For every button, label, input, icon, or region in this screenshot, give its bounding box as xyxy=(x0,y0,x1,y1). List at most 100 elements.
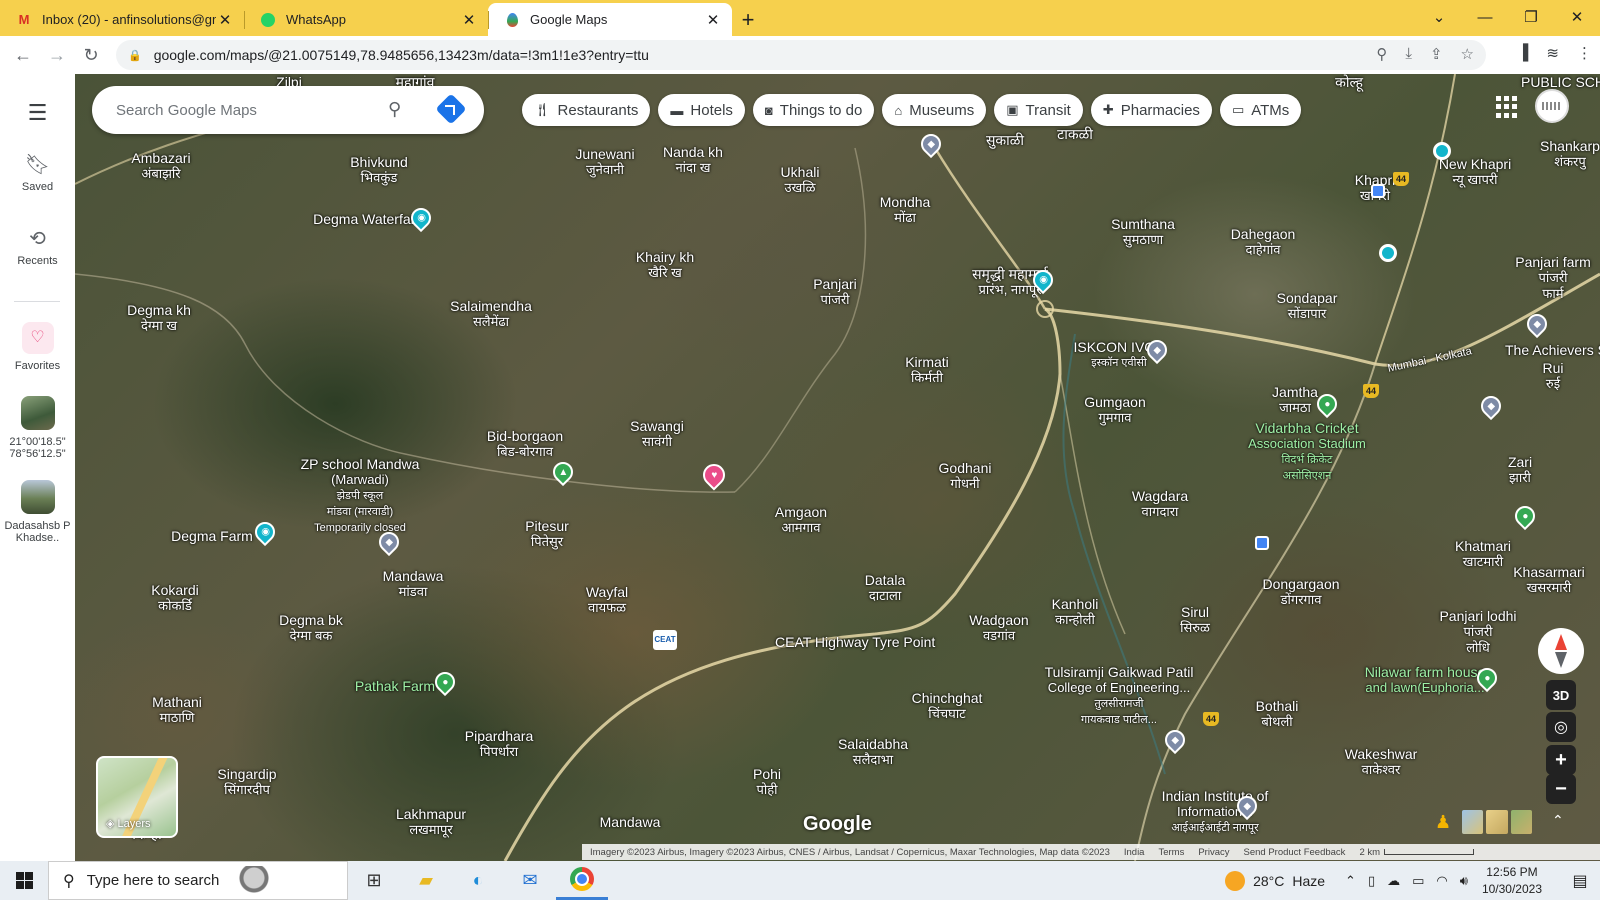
chip-hotels[interactable]: ▬ Hotels xyxy=(658,94,745,126)
tab-gmail[interactable]: M Inbox (20) - anfinsolutions@gm ✕ xyxy=(0,3,244,36)
lock-icon[interactable]: 🔒 xyxy=(128,49,142,62)
place-vidarbha-stadium[interactable]: Vidarbha Cricket Association Stadium विदर्… xyxy=(1248,420,1366,484)
place-mandawa[interactable]: Mandawa मांडवा xyxy=(383,568,444,600)
tab-search-icon[interactable]: ⌄ xyxy=(1416,8,1462,26)
google-apps-icon[interactable] xyxy=(1496,96,1518,118)
place-tulsiramji-college[interactable]: Tulsiramji Gaikwad Patil College of Engin… xyxy=(1045,664,1194,728)
place-degma-kh[interactable]: Degma kh देग्मा ख xyxy=(127,302,191,334)
place-wagdara[interactable]: Wagdara वागदारा xyxy=(1132,488,1188,520)
tab-google-maps[interactable]: Google Maps ✕ xyxy=(488,3,732,36)
side-panel-icon[interactable]: ▐ xyxy=(1518,44,1529,62)
place-bhivkund[interactable]: Bhivkund भिवकुंड xyxy=(350,154,408,186)
tab-whatsapp[interactable]: WhatsApp ✕ xyxy=(244,3,488,36)
new-tab-button[interactable]: + xyxy=(732,3,764,36)
place-takli[interactable]: टाकळी xyxy=(1057,126,1093,142)
place-bothali[interactable]: Bothali बोथली xyxy=(1256,698,1299,730)
place-sukali[interactable]: सुकाळी xyxy=(986,132,1024,148)
place-panjari-farm[interactable]: Panjari farm पांजरी फार्म xyxy=(1515,254,1590,302)
place-junewani[interactable]: Junewani जुनेवानी xyxy=(575,146,634,178)
reload-button[interactable]: ↻ xyxy=(74,45,108,66)
chip-transit[interactable]: ▣ Transit xyxy=(994,94,1083,126)
place-degma-farm[interactable]: Degma Farm xyxy=(171,528,253,544)
privacy-link[interactable]: Privacy xyxy=(1198,847,1229,858)
chip-things-to-do[interactable]: ◙ Things to do xyxy=(752,94,875,126)
place-pipardhara[interactable]: Pipardhara पिपर्धारा xyxy=(465,728,534,760)
place-gumgaon[interactable]: Gumgaon गुमगाव xyxy=(1084,394,1145,426)
place-kokardi[interactable]: Kokardi कोकर्डि xyxy=(151,582,198,614)
india-link[interactable]: India xyxy=(1124,847,1145,858)
place-amgaon[interactable]: Amgaon आमगाव xyxy=(775,504,827,536)
ceat-logo-icon[interactable]: CEAT xyxy=(653,630,677,650)
task-view-icon[interactable]: ⊞ xyxy=(348,861,400,900)
directions-icon[interactable] xyxy=(435,93,467,125)
mail-icon[interactable]: ✉ xyxy=(504,861,556,900)
place-mathani[interactable]: Mathani माठाणि xyxy=(152,694,202,726)
recent-place-dadasahsb[interactable]: Dadasahsb P Khadse.. xyxy=(0,480,75,544)
transit-stop-icon[interactable] xyxy=(1371,184,1385,198)
place-ukhali[interactable]: Ukhali उखळि xyxy=(781,164,820,196)
place-khasarmari[interactable]: Khasarmari खसरमारी xyxy=(1513,564,1585,596)
place-zari[interactable]: Zari झारी xyxy=(1508,454,1532,486)
place-khairy[interactable]: Khairy kh खैरि ख xyxy=(636,249,694,281)
scale-bar[interactable]: 2 km xyxy=(1359,847,1475,858)
menu-kebab-icon[interactable]: ⋮ xyxy=(1577,44,1592,62)
volume-icon[interactable]: 🔊︎ xyxy=(1460,873,1468,889)
clock[interactable]: 12:56 PM 10/30/2023 xyxy=(1482,864,1542,898)
compass-icon[interactable] xyxy=(1538,628,1584,674)
place-public-school[interactable]: PUBLIC SCH xyxy=(1521,74,1600,90)
share-icon[interactable]: ⇪ xyxy=(1430,45,1443,63)
location-dot-icon[interactable] xyxy=(1433,142,1451,160)
location-dot-icon[interactable] xyxy=(1379,244,1397,262)
place-nanda[interactable]: Nanda kh नांदा ख xyxy=(663,144,723,176)
transit-stop-icon[interactable] xyxy=(1255,536,1269,550)
terms-link[interactable]: Terms xyxy=(1158,847,1184,858)
search-icon[interactable]: ⚲ xyxy=(388,99,401,120)
expand-chevron-icon[interactable]: ⌃ xyxy=(1552,812,1564,829)
place-datala[interactable]: Datala दाटाला xyxy=(865,572,905,604)
chip-museums[interactable]: ⌂ Museums xyxy=(882,94,987,126)
layers-button[interactable]: ◈ Layers xyxy=(96,756,178,838)
chip-restaurants[interactable]: 🍴︎ Restaurants xyxy=(522,94,651,126)
notifications-icon[interactable]: ▤ xyxy=(1560,871,1600,891)
maximize-button[interactable]: ❐ xyxy=(1508,8,1554,26)
place-sumthana[interactable]: Sumthana सुमठाणा xyxy=(1111,216,1175,248)
place-pohi[interactable]: Pohi पोही xyxy=(753,766,781,798)
place-wakeshwar[interactable]: Wakeshwar वाकेश्वर xyxy=(1345,746,1418,778)
place-bid-borgaon[interactable]: Bid-borgaon बिड-बोरगाव xyxy=(487,428,563,460)
place-nilawar-farm[interactable]: Nilawar farm house and lawn(Euphoria... xyxy=(1365,664,1486,696)
place-panjari-lodhi[interactable]: Panjari lodhi पांजरी लोधि xyxy=(1439,608,1516,656)
battery-icon[interactable]: ▭ xyxy=(1412,873,1424,889)
place-degma-bk[interactable]: Degma bk देग्मा बक xyxy=(279,612,343,644)
place-new-khapri[interactable]: New Khapri न्यू खापरी xyxy=(1439,156,1511,188)
recent-place-coordinates[interactable]: 21°00'18.5" 78°56'12.5" xyxy=(0,396,75,460)
street-view-pegman-icon[interactable]: ♟ xyxy=(1435,812,1451,833)
imagery-thumbnails[interactable] xyxy=(1462,810,1532,834)
taskbar-search[interactable]: ⚲ Type here to search xyxy=(48,861,348,900)
close-window-button[interactable]: ✕ xyxy=(1554,8,1600,26)
place-lakhmapur[interactable]: Lakhmapur लखमापूर xyxy=(396,806,466,838)
place-ambazari[interactable]: Ambazari अंबाझरि xyxy=(131,150,190,182)
weather-widget[interactable]: 28°C Haze xyxy=(1225,870,1325,891)
place-mondha[interactable]: Mondha मोंढा xyxy=(880,194,931,226)
my-location-icon[interactable]: ◎ xyxy=(1546,712,1576,742)
place-chinchghat[interactable]: Chinchghat चिंचघाट xyxy=(912,690,983,722)
place-sondapar[interactable]: Sondapar सोंडापार xyxy=(1277,290,1338,322)
extension-icon[interactable]: ≋ xyxy=(1546,44,1559,62)
place-salaidabha[interactable]: Salaidabha सलैदाभा xyxy=(838,736,908,768)
place-sirul[interactable]: Sirul सिरुळ xyxy=(1180,604,1210,636)
satellite-map[interactable]: Ambazari अंबाझरि Bhivkund भिवकुंड Junewani… xyxy=(75,74,1600,861)
place-wayfal[interactable]: Wayfal वायफळ xyxy=(586,584,628,616)
place-godhani[interactable]: Godhani गोधनी xyxy=(939,460,992,492)
chip-pharmacies[interactable]: ✚ Pharmacies xyxy=(1090,94,1212,126)
place-salaimendha[interactable]: Salaimendha सलैमेंढा xyxy=(450,298,532,330)
close-tab-icon[interactable]: ✕ xyxy=(460,11,478,29)
recents-button[interactable]: ⟲ Recents xyxy=(0,226,75,267)
feedback-link[interactable]: Send Product Feedback xyxy=(1244,847,1346,858)
place-singardip[interactable]: Singardip सिंगारदीप xyxy=(217,766,276,798)
show-hidden-icons-chevron[interactable]: ⌃ xyxy=(1345,873,1356,889)
minimize-button[interactable]: — xyxy=(1462,9,1508,26)
3d-toggle-button[interactable]: 3D xyxy=(1546,680,1576,710)
place-panjari[interactable]: Panjari पांजरी xyxy=(813,276,857,308)
forward-button[interactable]: → xyxy=(40,45,74,66)
install-icon[interactable]: ⤓ xyxy=(1405,45,1412,63)
